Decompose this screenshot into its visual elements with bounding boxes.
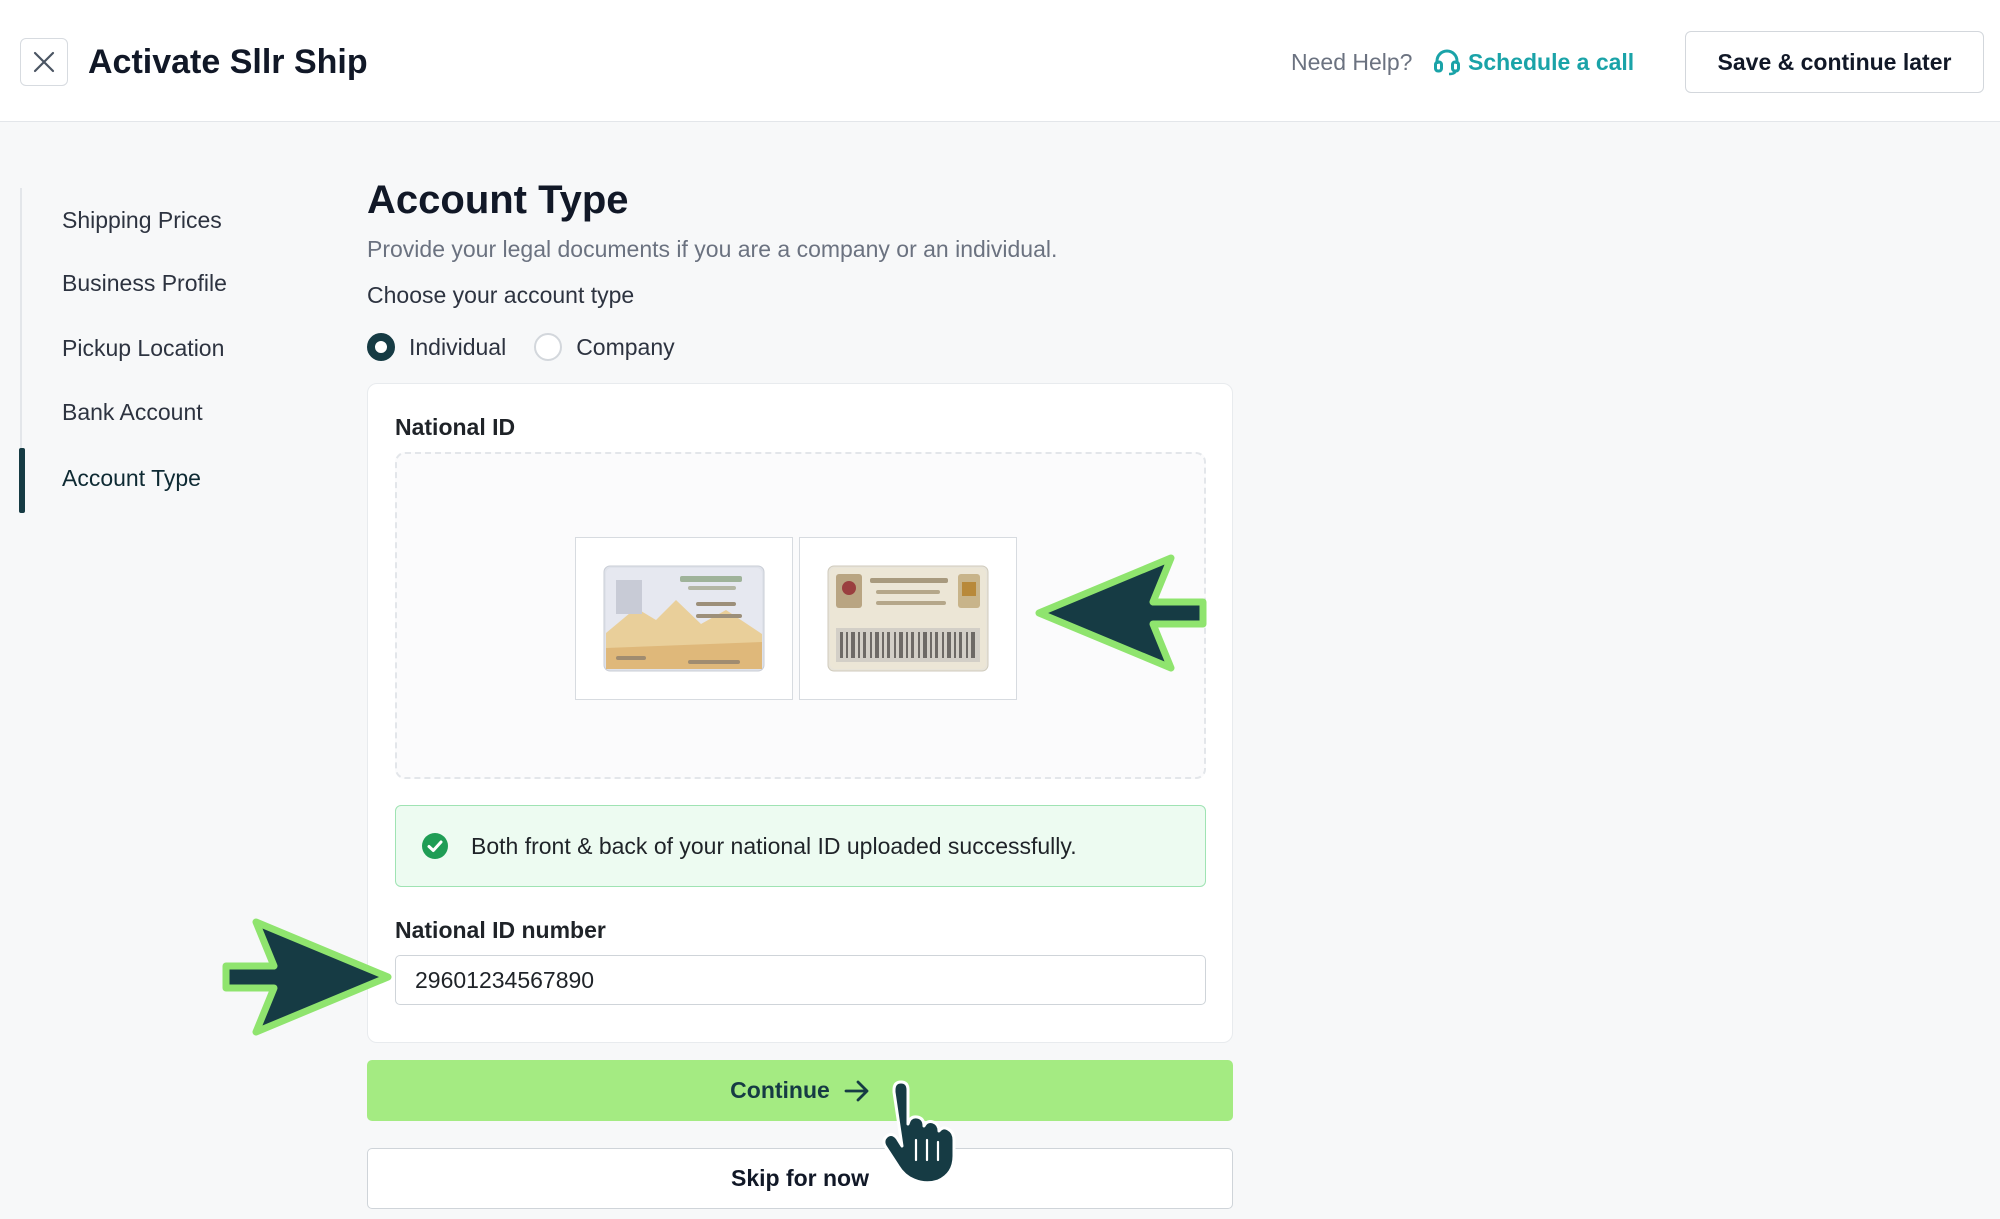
sidebar-item-shipping-prices[interactable]: Shipping Prices [62, 200, 222, 240]
id-card-front-image [603, 565, 765, 672]
radio-individual[interactable]: Individual [367, 333, 506, 361]
schedule-call-link[interactable]: Schedule a call [1434, 44, 1634, 80]
national-id-label: National ID [395, 414, 516, 440]
account-type-radio-group: Individual Company [367, 329, 703, 365]
close-button[interactable] [20, 38, 68, 86]
national-id-back-thumbnail[interactable] [799, 537, 1017, 700]
steps-sidebar: Shipping Prices Business Profile Pickup … [19, 188, 320, 513]
page-header-title: Activate Sllr Ship [88, 43, 368, 81]
active-step-indicator [19, 448, 25, 513]
national-id-number-input[interactable] [395, 955, 1206, 1005]
national-id-number-label: National ID number [395, 917, 606, 943]
national-id-upload-area[interactable] [395, 452, 1206, 779]
radio-individual-label: Individual [409, 333, 507, 360]
check-circle-icon [422, 833, 448, 859]
top-header: Activate Sllr Ship Need Help? Schedule a… [0, 0, 2000, 122]
need-help-text: Need Help? [1291, 49, 1413, 75]
sidebar-item-account-type[interactable]: Account Type [62, 458, 201, 498]
arrow-right-icon [844, 1080, 869, 1101]
upload-success-text: Both front & back of your national ID up… [471, 832, 1077, 859]
national-id-card: National ID Both front & back of your na… [367, 383, 1233, 1043]
account-type-prompt: Choose your account type [367, 282, 635, 308]
skip-for-now-button[interactable]: Skip for now [367, 1148, 1233, 1209]
page-subtitle: Provide your legal documents if you are … [367, 236, 1058, 262]
continue-label: Continue [730, 1077, 830, 1103]
close-icon [33, 51, 55, 73]
upload-success-banner: Both front & back of your national ID up… [395, 805, 1206, 887]
save-continue-later-button[interactable]: Save & continue later [1685, 31, 1984, 93]
radio-company[interactable]: Company [534, 333, 675, 361]
continue-button[interactable]: Continue [367, 1060, 1233, 1121]
page-title: Account Type [367, 178, 629, 222]
national-id-front-thumbnail[interactable] [575, 537, 793, 700]
radio-individual-control[interactable] [367, 333, 395, 361]
radio-company-control[interactable] [534, 333, 563, 361]
headset-icon [1434, 49, 1460, 76]
schedule-call-label: Schedule a call [1468, 48, 1635, 75]
sidebar-item-business-profile[interactable]: Business Profile [62, 263, 227, 303]
id-card-back-image [827, 565, 989, 672]
sidebar-item-bank-account[interactable]: Bank Account [62, 392, 203, 432]
radio-company-label: Company [576, 333, 675, 360]
sidebar-item-pickup-location[interactable]: Pickup Location [62, 328, 224, 368]
